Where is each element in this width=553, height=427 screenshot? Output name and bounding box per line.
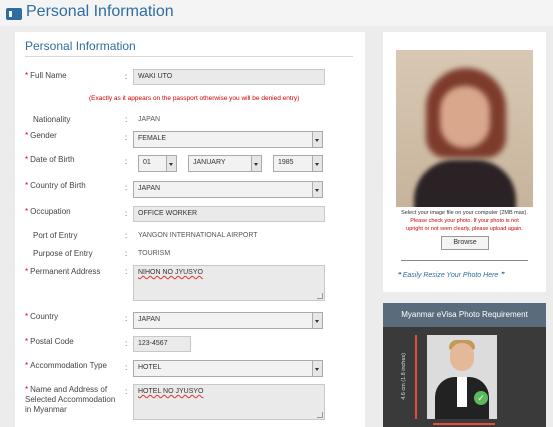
resize-photo-text: Easily Resize Your Photo Here [402,272,499,279]
photo-warning-1: Please check your photo. If your photo i… [410,218,519,224]
gender-selected: FEMALE [138,135,167,142]
permanent-address-text: NIHON NO JYUSYO [138,269,203,276]
photo-warning-2: upright or not seen clearly, please uplo… [406,226,523,232]
chevron-down-icon [312,313,322,328]
full-name-input[interactable]: WAKI UTO [133,69,325,85]
country-of-birth-select[interactable]: JAPAN [133,181,323,198]
colon: : [125,183,128,192]
photo-requirement-panel: Myanmar eVisa Photo Requirement 4.6 cm (… [383,303,546,427]
country-of-birth-label: Country of Birth [25,181,86,191]
colon: : [125,267,128,276]
chevron-down-icon [312,361,322,376]
occupation-label: Occupation [25,207,70,217]
photo-instructions: Select your image file on your computer … [401,210,528,216]
accommodation-type-selected: HOTEL [138,364,162,371]
height-dimension-arrow [415,335,417,419]
colon: : [125,72,128,81]
gender-select[interactable]: FEMALE [133,131,323,148]
colon: : [125,157,128,166]
browse-button[interactable]: Browse [441,236,489,250]
chevron-down-icon [312,156,322,171]
dob-year-selected: 1985 [278,159,294,166]
uploaded-photo [396,50,533,207]
postal-code-label: Postal Code [25,337,74,347]
colon: : [125,314,128,323]
dob-day-select[interactable]: 01 [138,155,177,172]
gender-label: Gender [25,131,57,141]
width-dimension-arrow [433,423,495,425]
accommodation-type-select[interactable]: HOTEL [133,360,323,377]
permanent-address-textarea[interactable]: NIHON NO JYUSYO [133,265,325,301]
chevron-down-icon [251,156,261,171]
postal-code-input[interactable]: 123-4567 [133,336,191,352]
page-title: Personal Information [26,3,174,20]
form-title-divider [25,56,353,57]
form-icon [6,8,22,20]
permanent-address-label: Permanent Address [25,267,100,277]
country-selected: JAPAN [138,316,161,323]
page-header: Personal Information [0,0,553,26]
resize-photo-link[interactable]: ❝ Easily Resize Your Photo Here ❞ [397,271,504,279]
accommodation-address-label: Name and Address of Selected Accommodati… [25,385,121,415]
dob-day-selected: 01 [143,159,151,166]
colon: : [125,133,128,142]
port-of-entry-value: YANGON INTERNATIONAL AIRPORT [138,232,258,239]
full-name-label: Full Name [25,71,66,81]
colon: : [125,249,128,258]
chevron-down-icon [312,132,322,147]
colon: : [125,387,128,396]
country-of-birth-selected: JAPAN [138,185,161,192]
photo-requirement-title: Myanmar eVisa Photo Requirement [383,303,546,327]
country-select[interactable]: JAPAN [133,312,323,329]
sample-passport-photo [427,335,497,419]
colon: : [125,115,128,124]
resize-grip-icon[interactable] [317,412,323,418]
dob-label: Date of Birth [25,155,74,165]
dob-month-selected: JANUARY [193,159,226,166]
full-name-note: (Exactly as it appears on the passport o… [89,95,300,102]
colon: : [125,363,128,372]
height-dimension-label: 4.6 cm (1.8 inches) [401,353,407,400]
accommodation-address-textarea[interactable]: HOTEL NO JYUSYO [133,384,325,420]
divider [401,260,528,261]
personal-information-form: Personal Information Full Name : WAKI UT… [15,32,365,427]
check-icon: ✓ [474,391,488,405]
nationality-value: JAPAN [138,116,161,123]
colon: : [125,209,128,218]
nationality-label: Nationality [33,115,71,124]
accommodation-type-label: Accommodation Type [25,361,107,371]
dob-year-select[interactable]: 1985 [273,155,323,172]
resize-grip-icon[interactable] [317,293,323,299]
chevron-down-icon [312,182,322,197]
country-label: Country [25,312,58,322]
purpose-of-entry-value: TOURISM [138,250,171,257]
chevron-down-icon [166,156,176,171]
colon: : [125,231,128,240]
purpose-of-entry-label: Purpose of Entry [33,249,93,258]
accommodation-address-text: HOTEL NO JYUSYO [138,388,204,395]
port-of-entry-label: Port of Entry [33,231,78,240]
occupation-input[interactable]: OFFICE WORKER [133,206,325,222]
form-title: Personal Information [25,39,136,53]
colon: : [125,339,128,348]
photo-upload-panel: Select your image file on your computer … [383,32,546,292]
dob-month-select[interactable]: JANUARY [188,155,262,172]
